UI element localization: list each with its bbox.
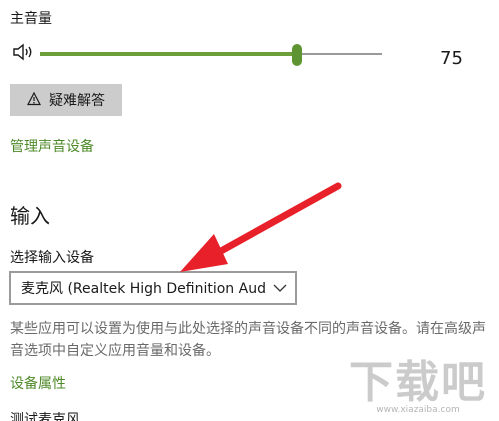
warning-icon xyxy=(27,91,41,109)
master-volume-label: 主音量 xyxy=(10,11,52,27)
master-volume-slider[interactable] xyxy=(40,44,382,66)
watermark-logo: 下载吧 www.xiazaiba.com xyxy=(349,357,487,416)
troubleshoot-label: 疑难解答 xyxy=(49,92,105,108)
speaker-icon[interactable] xyxy=(12,42,36,62)
choose-input-device-label: 选择输入设备 xyxy=(10,250,94,266)
input-section-title: 输入 xyxy=(10,204,50,228)
volume-value: 75 xyxy=(440,48,463,69)
device-properties-link[interactable]: 设备属性 xyxy=(10,373,66,393)
troubleshoot-button[interactable]: 疑难解答 xyxy=(10,84,122,116)
chevron-down-icon xyxy=(273,281,287,295)
test-microphone-heading: 测试麦克风 xyxy=(10,412,80,421)
slider-fill xyxy=(40,52,297,56)
slider-thumb[interactable] xyxy=(291,44,302,66)
input-description: 某些应用可以设置为使用与此处选择的声音设备不同的声音设备。请在高级声音选项中自定… xyxy=(10,321,486,359)
input-device-dropdown[interactable]: 麦克风 (Realtek High Definition Audi... xyxy=(9,271,297,305)
manage-sound-devices-link[interactable]: 管理声音设备 xyxy=(10,136,94,156)
selected-device-text: 麦克风 (Realtek High Definition Audi... xyxy=(21,281,267,297)
watermark-logo-text: 下载吧 xyxy=(349,357,487,408)
